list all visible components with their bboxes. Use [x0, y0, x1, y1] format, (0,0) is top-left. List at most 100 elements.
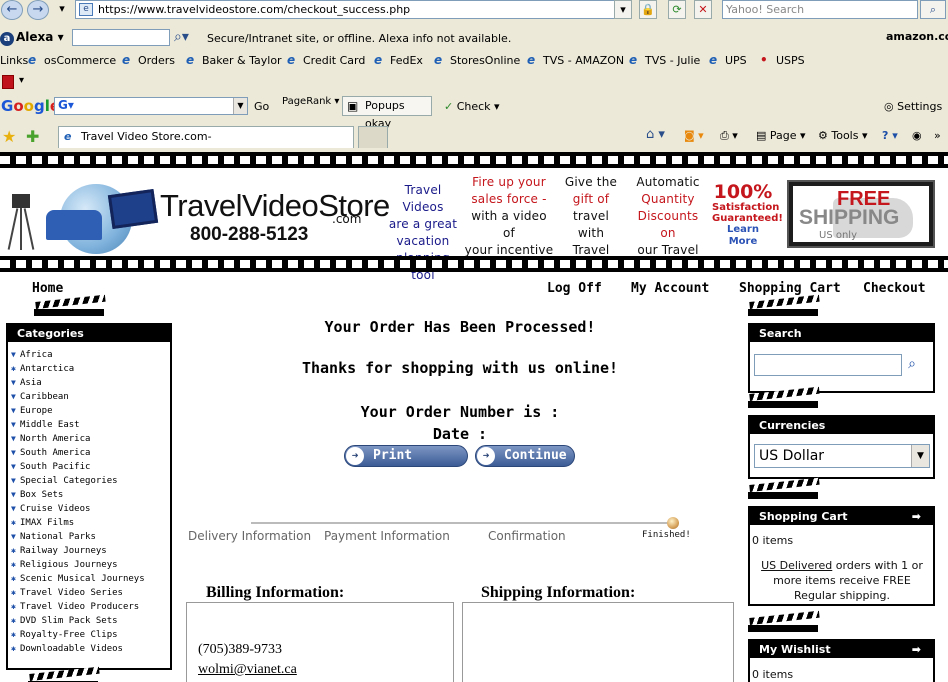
category-item[interactable]: ▼ Special Categories	[11, 474, 170, 488]
category-item[interactable]: ▼ North America	[11, 432, 170, 446]
favorites-star-icon[interactable]: ★	[2, 127, 16, 146]
url-field[interactable]: e https://www.travelvideostore.com/check…	[75, 0, 630, 19]
nav-checkout[interactable]: Checkout	[863, 281, 926, 296]
learn-more-link[interactable]: Learn More	[712, 224, 774, 248]
lock-icon[interactable]: 🔒	[639, 0, 657, 19]
category-item[interactable]: ✱ Antarctica	[11, 362, 170, 376]
search-icon[interactable]: ⌕	[903, 356, 921, 374]
spell-check-button[interactable]: ✓ Check ▾	[444, 100, 500, 113]
satisfaction-badge[interactable]: 100% Satisfaction Guaranteed! Learn More	[712, 182, 783, 248]
refresh-icon[interactable]: ⟳	[668, 0, 686, 19]
category-item[interactable]: ✱ Travel Video Series	[11, 586, 170, 600]
popups-okay-button[interactable]: ▣ Popups okay	[342, 96, 432, 130]
shopping-cart-title[interactable]: Shopping Cart ➡	[750, 508, 933, 525]
link-storesonline[interactable]: e StoresOnline	[434, 54, 520, 68]
category-item[interactable]: ▼ Box Sets	[11, 488, 170, 502]
free-shipping-banner[interactable]: FREE SHIPPING US only	[787, 180, 935, 248]
alexa-search-input[interactable]	[72, 29, 170, 46]
link-fedex[interactable]: e FedEx	[374, 53, 423, 68]
category-item[interactable]: ✱ Religious Journeys	[11, 558, 170, 572]
currency-select[interactable]: US Dollar ▼	[754, 444, 930, 468]
globe-logo-image[interactable]	[40, 182, 160, 256]
settings-button[interactable]: ◎ Settings	[884, 100, 942, 113]
ie-page-icon: e	[709, 53, 718, 67]
clapperboard-decoration	[748, 386, 824, 408]
pdf-dropdown-icon[interactable]: ▾	[19, 75, 24, 86]
amazon-logo[interactable]: amazon.com	[886, 30, 948, 43]
order-number-label: Your Order Number is :	[360, 403, 560, 421]
clapperboard-decoration	[34, 294, 110, 316]
new-tab-button[interactable]	[358, 126, 388, 148]
category-label: Railway Journeys	[20, 546, 107, 556]
category-item[interactable]: ▼ South America	[11, 446, 170, 460]
category-item[interactable]: ✱ Royalty-Free Clips	[11, 628, 170, 642]
feeds-icon[interactable]: ◙ ▾	[684, 129, 704, 142]
link-label: UPS	[725, 54, 747, 67]
back-button[interactable]: ←	[1, 0, 23, 20]
google-toolbar: Google G▾ ▼ Go PageRank ▾ ▣ Popups okay …	[0, 95, 948, 130]
wishlist-title[interactable]: My Wishlist ➡	[750, 641, 933, 658]
link-oscommerce[interactable]: e osCommerce	[28, 54, 116, 68]
billing-email[interactable]: wolmi@vianet.ca	[198, 662, 297, 678]
alexa-search-icon[interactable]: ⌕▾	[174, 29, 189, 45]
category-item[interactable]: ✱ IMAX Films	[11, 516, 170, 530]
link-orders[interactable]: e Orders	[122, 54, 175, 68]
category-item[interactable]: ✱ Scenic Musical Journeys	[11, 572, 170, 586]
category-item[interactable]: ▼ Europe	[11, 404, 170, 418]
category-item[interactable]: ✱ Railway Journeys	[11, 544, 170, 558]
category-label: Antarctica	[20, 364, 75, 374]
category-item[interactable]: ▼ Asia	[11, 376, 170, 390]
forward-button[interactable]: →	[27, 0, 49, 20]
history-dropdown-icon[interactable]: ▾	[53, 0, 71, 19]
pdf-icon[interactable]	[2, 75, 14, 89]
page-menu[interactable]: ▤ Page ▾	[756, 129, 806, 142]
yahoo-search-input[interactable]: Yahoo! Search	[722, 0, 918, 19]
category-item[interactable]: ▼ South Pacific	[11, 460, 170, 474]
nav-my-account[interactable]: My Account	[631, 281, 709, 296]
search-icon[interactable]: ⌕	[920, 0, 946, 19]
home-icon[interactable]: ⌂ ▾	[646, 127, 665, 142]
google-dropdown-icon[interactable]: ▼	[233, 98, 247, 114]
category-item[interactable]: ▼ National Parks	[11, 530, 170, 544]
nav-home[interactable]: Home	[32, 281, 63, 296]
link-ups[interactable]: e UPS	[709, 53, 747, 68]
add-favorite-icon[interactable]: ✚	[26, 127, 39, 146]
category-item[interactable]: ✱ Travel Video Producers	[11, 600, 170, 614]
continue-button[interactable]: ➜ Continue	[475, 445, 575, 467]
link-tvs-amazon[interactable]: e TVS - AMAZON	[527, 54, 624, 68]
alexa-logo[interactable]: a Alexa ▾	[0, 30, 64, 46]
print-invoice-button[interactable]: ➜ Print Invoice	[344, 445, 468, 483]
category-item[interactable]: ✱ Downloadable Videos	[11, 642, 170, 656]
category-item[interactable]: ✱ DVD Slim Pack Sets	[11, 614, 170, 628]
ie-page-icon: e	[374, 53, 383, 67]
print-invoice-label: Print Invoice	[373, 448, 428, 483]
pagerank-button[interactable]: PageRank ▾	[282, 96, 339, 107]
nav-log-off[interactable]: Log Off	[547, 281, 602, 296]
url-dropdown-icon[interactable]: ▾	[614, 0, 632, 19]
research-icon[interactable]: ◉	[912, 129, 922, 142]
google-search-input[interactable]: G▾ ▼	[54, 97, 248, 115]
link-credit-card[interactable]: e Credit Card	[287, 54, 365, 68]
stop-icon[interactable]: ✕	[694, 0, 712, 19]
link-usps[interactable]: • USPS	[760, 54, 805, 68]
category-item[interactable]: ▼ Caribbean	[11, 390, 170, 404]
google-go-button[interactable]: Go	[254, 100, 269, 113]
tools-menu[interactable]: ⚙ Tools ▾	[818, 129, 868, 142]
category-item[interactable]: ▼ Africa	[11, 348, 170, 362]
us-delivered-link[interactable]: US Delivered	[761, 559, 832, 572]
more-icon[interactable]: »	[934, 129, 941, 142]
category-item[interactable]: ▼ Cruise Videos	[11, 502, 170, 516]
nav-shopping-cart[interactable]: Shopping Cart	[739, 281, 841, 296]
help-icon[interactable]: ? ▾	[882, 129, 898, 142]
alexa-label: Alexa	[16, 30, 54, 44]
tab-travel-video-store[interactable]: e Travel Video Store.com-	[58, 126, 354, 148]
expand-arrow-icon: ▼	[11, 406, 16, 415]
google-logo[interactable]: Google	[1, 97, 60, 115]
site-search-input[interactable]	[754, 354, 902, 376]
link-baker-taylor[interactable]: e Baker & Taylor	[186, 54, 282, 68]
category-item[interactable]: ▼ Middle East	[11, 418, 170, 432]
link-tvs-julie[interactable]: e TVS - Julie	[629, 54, 700, 68]
shipping-fieldset	[462, 602, 734, 682]
bullet-icon: ✱	[11, 364, 16, 373]
print-icon[interactable]: ⎙ ▾	[720, 129, 738, 143]
